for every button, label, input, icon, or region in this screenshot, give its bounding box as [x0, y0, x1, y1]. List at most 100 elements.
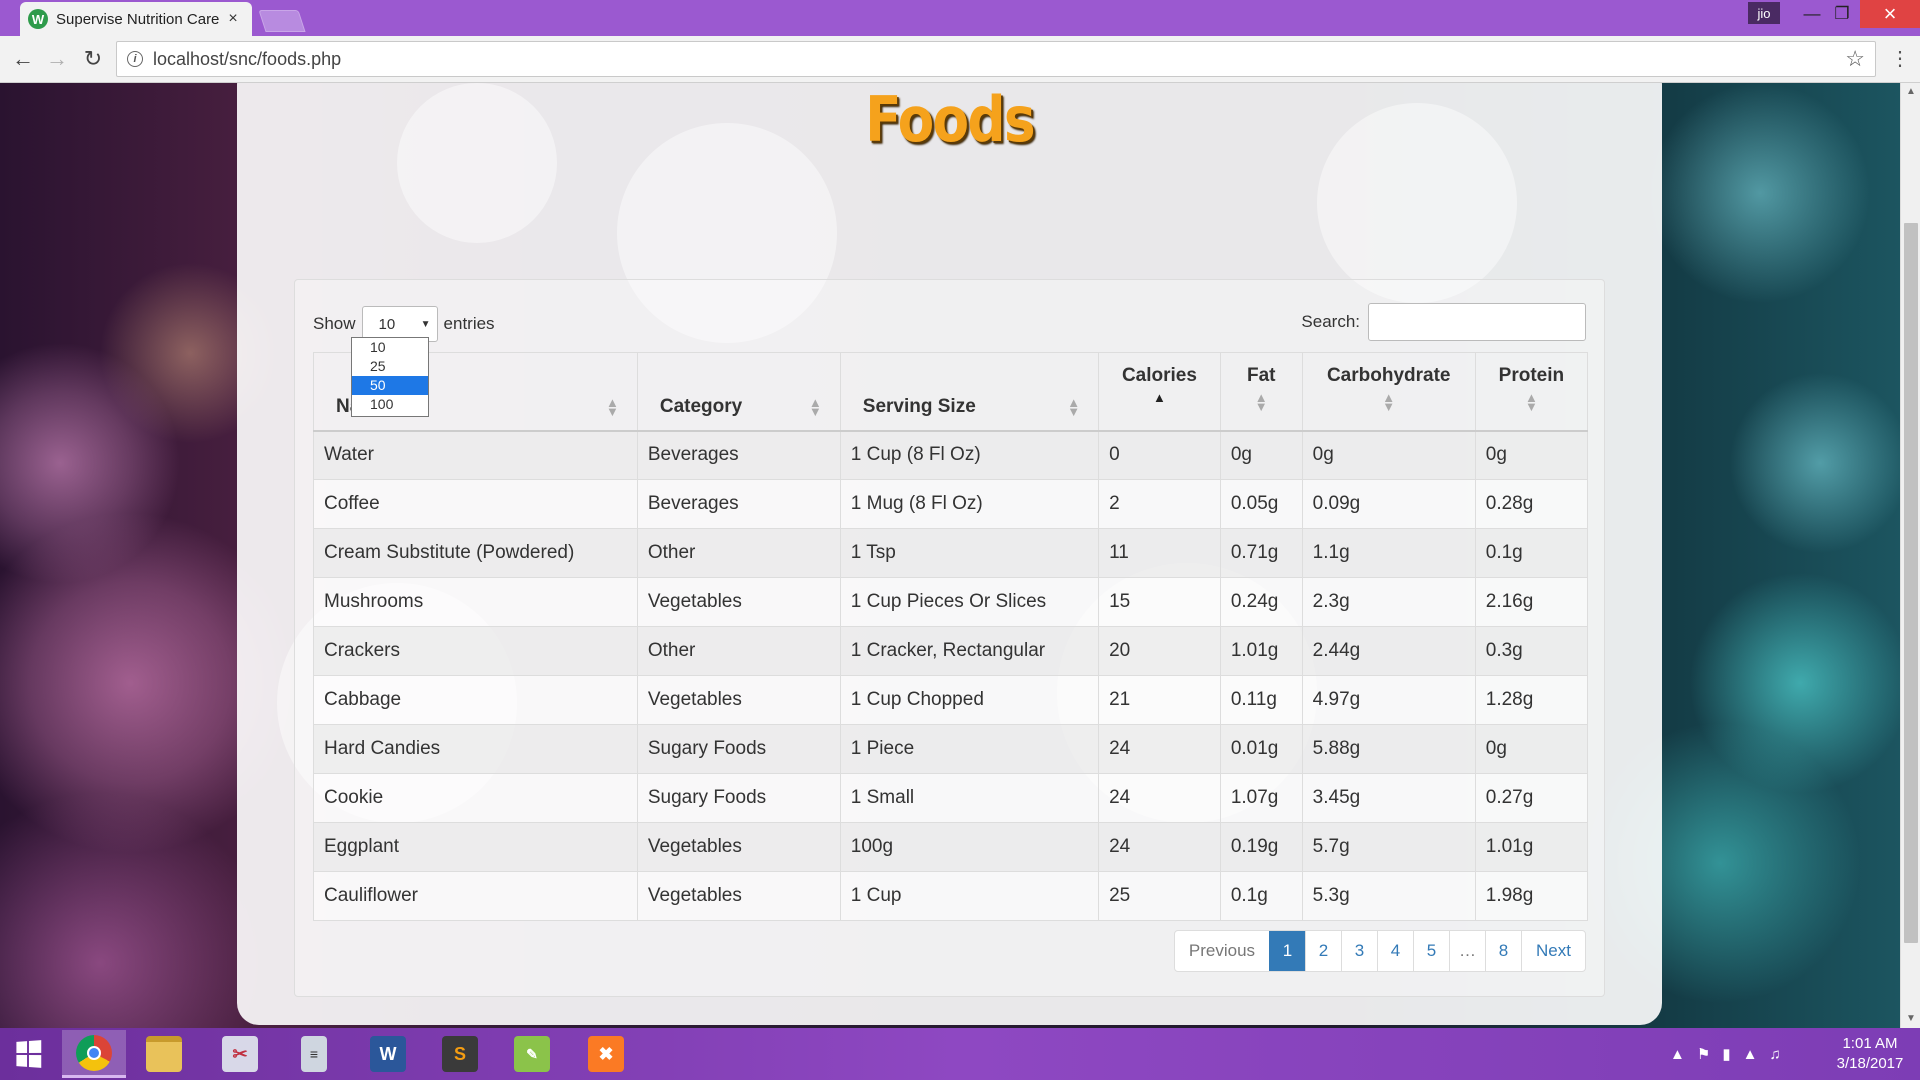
forward-arrow-icon[interactable]: → — [42, 44, 72, 74]
table-cell: 1 Cup Chopped — [839, 675, 1100, 725]
battery-icon[interactable]: ▮ — [1722, 1045, 1730, 1063]
volume-icon[interactable]: ♫ — [1769, 1046, 1780, 1063]
notepad-icon[interactable]: ✎ — [500, 1030, 564, 1078]
taskbar-clock[interactable]: 1:01 AM 3/18/2017 — [1830, 1034, 1910, 1074]
table-cell: Mushrooms — [313, 577, 638, 627]
windows-start-icon[interactable] — [0, 1028, 56, 1080]
page-button-8[interactable]: 8 — [1485, 931, 1521, 971]
foods-table: Na ▲ ▼ Category ▲ ▼ Serving Size ▲ ▼ Calories ▲… — [313, 352, 1589, 921]
column-header-label: Fat — [1246, 365, 1276, 386]
close-window-icon[interactable]: × — [1860, 0, 1920, 28]
table-cell: 1 Tsp — [839, 528, 1100, 578]
content-card: Foods Show 10 ▼ entries 10 25 50 100 Sea… — [237, 83, 1662, 1025]
new-tab-button[interactable] — [258, 10, 306, 32]
chrome-icon[interactable] — [62, 1030, 126, 1078]
table-row: Coffee Beverages 1 Mug (8 Fl Oz) 2 0.05g 0.09… — [313, 479, 1589, 529]
table-cell: 24 — [1098, 773, 1221, 823]
profile-badge[interactable]: jio — [1748, 2, 1780, 24]
table-cell: 100g — [839, 822, 1100, 872]
column-header-serving-size[interactable]: Serving Size ▲ ▼ — [839, 352, 1100, 432]
table-row: Hard Candies Sugary Foods 1 Piece 24 0.01g 5.… — [313, 724, 1589, 774]
page-button-5[interactable]: 5 — [1413, 931, 1449, 971]
sort-both-icon: ▲ ▼ — [1382, 390, 1396, 414]
show-label: Show — [313, 314, 356, 333]
table-cell: Cookie — [313, 773, 638, 823]
search-input[interactable] — [1368, 303, 1586, 341]
table-cell: 0g — [1474, 724, 1589, 774]
scroll-up-icon[interactable]: ▲ — [1901, 83, 1920, 101]
table-cell: 1.28g — [1474, 675, 1589, 725]
entries-option[interactable]: 25 — [352, 357, 428, 376]
table-cell: 0.01g — [1219, 724, 1303, 774]
table-cell: 2 — [1098, 479, 1221, 529]
column-header-label: Serving Size — [862, 395, 976, 417]
bookmark-star-icon[interactable]: ☆ — [1845, 46, 1865, 72]
file-explorer-icon[interactable] — [132, 1030, 196, 1078]
browser-toolbar: ← → ↻ i localhost/snc/foods.php ☆ ⋮ — [0, 36, 1920, 83]
table-cell: 0.09g — [1301, 479, 1476, 529]
entries-option-highlighted[interactable]: 50 — [352, 376, 428, 395]
xampp-icon[interactable]: ✖ — [574, 1030, 638, 1078]
url-text[interactable]: localhost/snc/foods.php — [153, 49, 341, 70]
chevron-down-icon: ▼ — [420, 318, 431, 330]
column-header-carbohydrate[interactable]: Carbohydrate ▲ ▼ — [1301, 352, 1476, 432]
column-header-calories[interactable]: Calories ▲ — [1098, 352, 1221, 432]
column-header-protein[interactable]: Protein ▲ ▼ — [1474, 352, 1589, 432]
table-cell: 1 Small — [839, 773, 1100, 823]
table-cell: 20 — [1098, 626, 1221, 676]
sort-both-icon: ▲ ▼ — [1524, 390, 1538, 414]
table-cell: 1 Cup (8 Fl Oz) — [839, 430, 1100, 480]
table-cell: 0.3g — [1474, 626, 1589, 676]
address-bar[interactable]: i localhost/snc/foods.php ☆ — [116, 41, 1876, 77]
scroll-down-icon[interactable]: ▼ — [1901, 1010, 1920, 1028]
table-cell: 25 — [1098, 871, 1221, 921]
restore-icon[interactable]: ❐ — [1820, 0, 1864, 28]
table-cell: 15 — [1098, 577, 1221, 627]
tab-close-icon[interactable]: × — [224, 10, 242, 28]
table-cell: 5.3g — [1301, 871, 1476, 921]
snipping-tool-icon[interactable]: ✂ — [208, 1030, 272, 1078]
entries-option[interactable]: 100 — [352, 395, 428, 414]
entries-option[interactable]: 10 — [352, 338, 428, 357]
entries-label: entries — [443, 314, 495, 333]
table-cell: 5.7g — [1301, 822, 1476, 872]
table-cell: 1 Piece — [839, 724, 1100, 774]
scrollbar-thumb[interactable] — [1904, 223, 1918, 943]
wordpress-favicon-icon: W — [28, 9, 48, 29]
table-cell: 1.07g — [1219, 773, 1303, 823]
sort-both-icon: ▲ ▼ — [808, 394, 822, 419]
previous-page-button[interactable]: Previous — [1175, 931, 1269, 971]
table-cell: 5.88g — [1301, 724, 1476, 774]
browser-menu-icon[interactable]: ⋮ — [1890, 46, 1910, 71]
next-page-button[interactable]: Next — [1521, 931, 1585, 971]
flag-icon[interactable]: ⚑ — [1697, 1045, 1710, 1063]
table-cell: Vegetables — [636, 577, 841, 627]
page-button-1[interactable]: 1 — [1269, 931, 1306, 971]
table-cell: Vegetables — [636, 675, 841, 725]
signal-icon[interactable]: ▲ — [1743, 1046, 1758, 1063]
column-header-label: Calories — [1121, 365, 1197, 386]
table-cell: 0.71g — [1219, 528, 1303, 578]
page-button-4[interactable]: 4 — [1377, 931, 1413, 971]
table-cell: Water — [313, 430, 638, 480]
column-header-category[interactable]: Category ▲ ▼ — [636, 352, 841, 432]
word-icon[interactable]: W — [356, 1030, 420, 1078]
reload-icon[interactable]: ↻ — [78, 44, 108, 74]
column-header-fat[interactable]: Fat ▲ ▼ — [1219, 352, 1303, 432]
chevron-up-icon[interactable]: ▲ — [1670, 1046, 1685, 1063]
column-header-label: Category — [659, 395, 743, 417]
info-icon[interactable]: i — [127, 51, 143, 67]
sort-both-icon: ▲ ▼ — [1067, 394, 1081, 419]
page-button-3[interactable]: 3 — [1341, 931, 1377, 971]
table-cell: 11 — [1098, 528, 1221, 578]
sublime-text-icon[interactable]: S — [428, 1030, 492, 1078]
calculator-icon[interactable]: ≡ — [282, 1030, 346, 1078]
table-row: Crackers Other 1 Cracker, Rectangular 20 1.0… — [313, 626, 1589, 676]
table-cell: 1 Cup — [839, 871, 1100, 921]
vertical-scrollbar[interactable]: ▲ ▼ — [1900, 83, 1920, 1028]
table-cell: 0.24g — [1219, 577, 1303, 627]
browser-tab-active[interactable]: W Supervise Nutrition Care × — [20, 2, 252, 36]
table-cell: 1 Mug (8 Fl Oz) — [839, 479, 1100, 529]
back-arrow-icon[interactable]: ← — [8, 44, 38, 74]
page-button-2[interactable]: 2 — [1305, 931, 1341, 971]
